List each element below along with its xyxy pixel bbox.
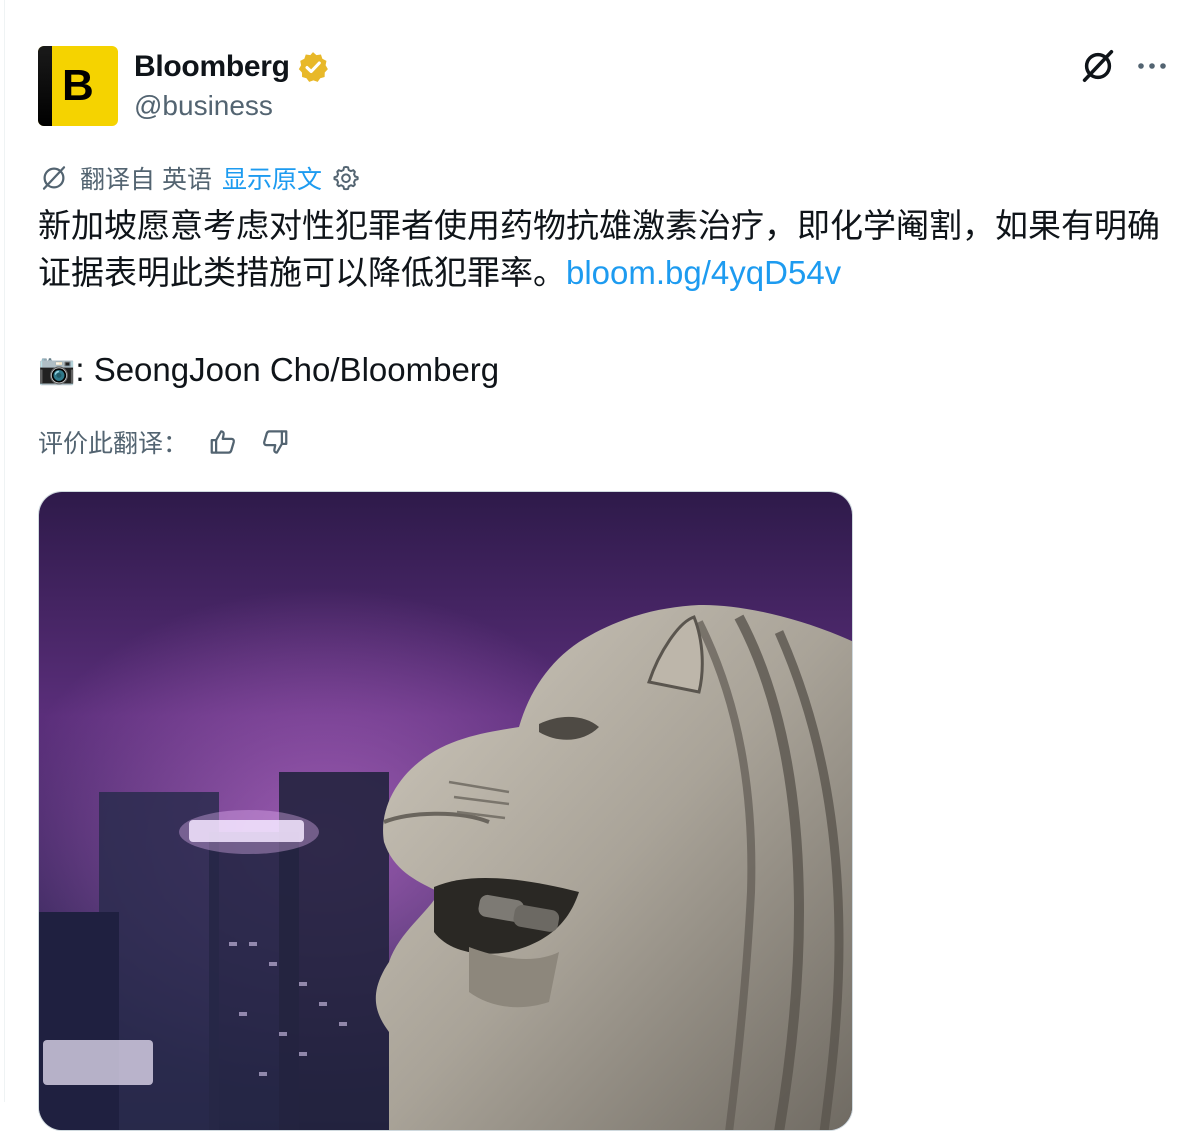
translate-icon — [38, 162, 70, 194]
top-actions — [1078, 46, 1168, 86]
photo-credit-text: : SeongJoon Cho/Bloomberg — [75, 351, 500, 388]
rate-translation-label: 评价此翻译： — [38, 430, 189, 458]
thumbs-up-icon[interactable] — [206, 425, 240, 459]
translated-from-label: 翻译自 英语 — [80, 166, 212, 194]
camera-icon: 📷 — [38, 352, 76, 387]
verified-badge-icon — [298, 52, 328, 82]
more-ellipsis-icon[interactable] — [1136, 46, 1168, 86]
gear-icon[interactable] — [330, 162, 362, 194]
rate-translation-bar: 评价此翻译： — [38, 422, 292, 462]
show-original-link[interactable]: 显示原文 — [222, 160, 322, 196]
tweet-text: 新加坡愿意考虑对性犯罪者使用药物抗雄激素治疗，即化学阉割，如果有明确证据表明此类… — [38, 202, 1168, 296]
grok-slash-icon[interactable] — [1078, 46, 1118, 86]
avatar[interactable]: B — [38, 46, 118, 126]
avatar-letter: B — [62, 61, 94, 110]
merlion-night-photo — [39, 492, 852, 1130]
author-names: Bloomberg @business — [134, 48, 330, 122]
author-handle[interactable]: @business — [134, 90, 330, 122]
translation-bar: 翻译自 英语 显示原文 — [38, 160, 362, 196]
display-name[interactable]: Bloomberg — [134, 50, 290, 84]
display-name-row: Bloomberg — [134, 48, 330, 86]
photo-credit: 📷 : SeongJoon Cho/Bloomberg — [38, 346, 499, 393]
tweet-header: B Bloomberg @business — [38, 46, 1168, 126]
tweet-link[interactable]: bloom.bg/4yqD54v — [566, 254, 841, 291]
tweet-photo[interactable] — [38, 491, 853, 1131]
thumbs-down-icon[interactable] — [258, 425, 292, 459]
avatar-stripe — [38, 46, 52, 126]
